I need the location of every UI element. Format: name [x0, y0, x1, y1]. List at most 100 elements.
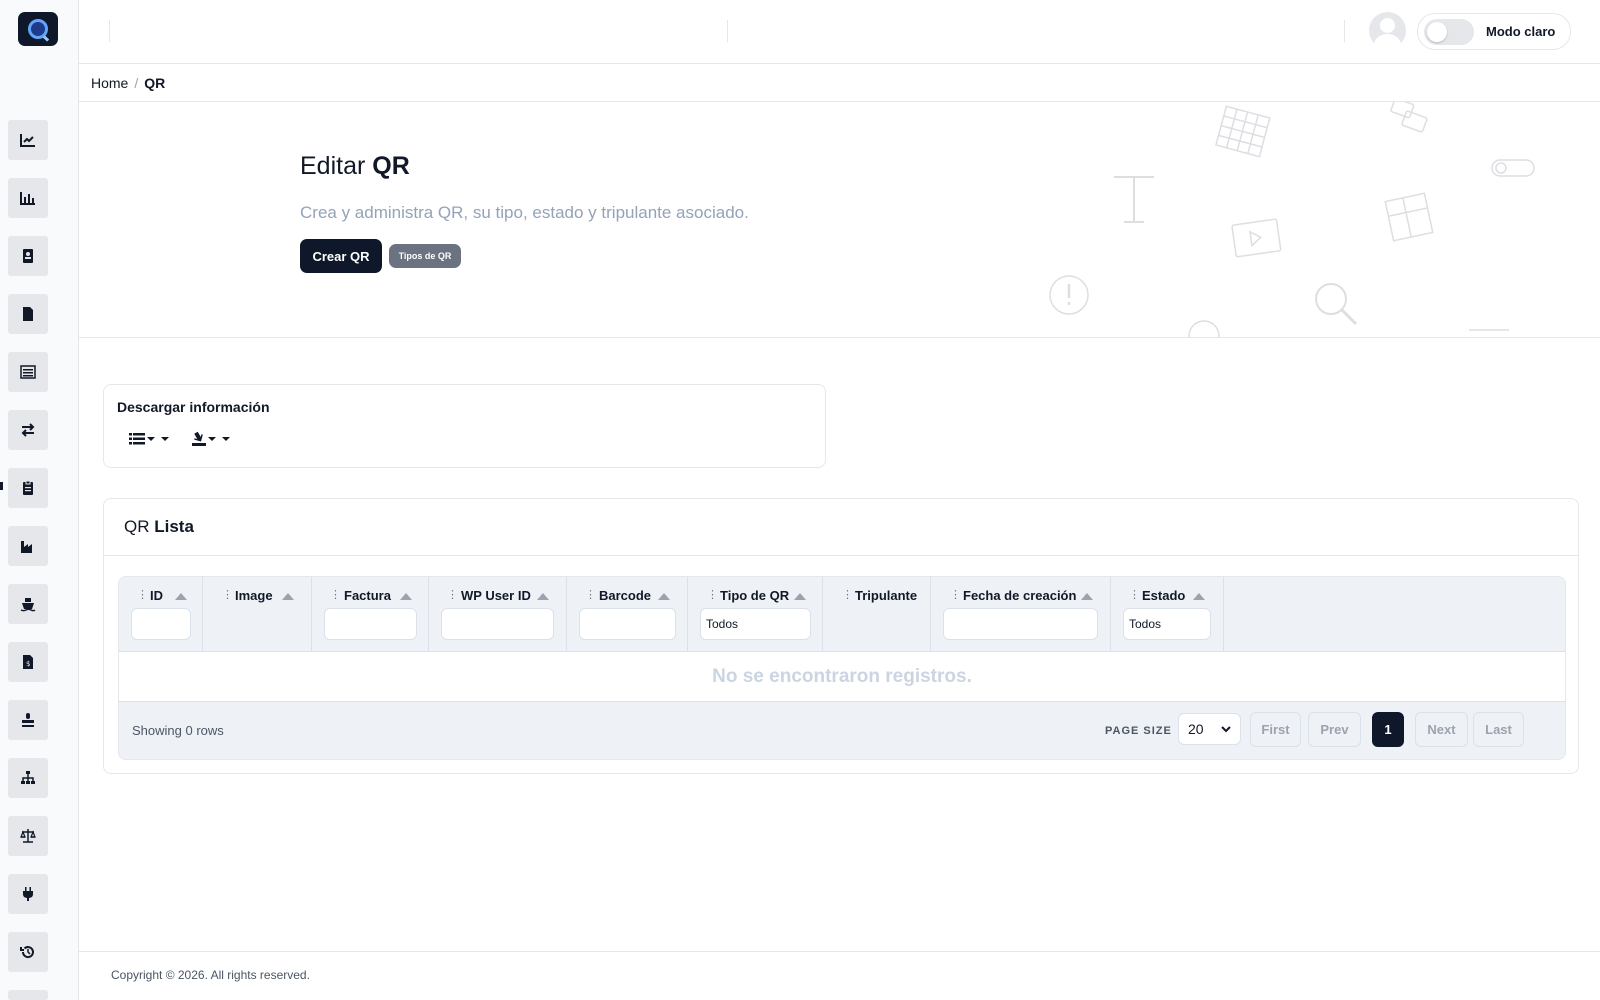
- grid-header: ⋮ ID ⋮ Image ⋮ Factura ⋮ WP User ID ⋮ Ba…: [119, 577, 1565, 651]
- toggle-doodle-icon: [1491, 159, 1535, 177]
- chevron-down-icon: [1221, 726, 1231, 733]
- filter-id-input[interactable]: [131, 608, 191, 640]
- sidebar-edge-marker: [0, 482, 3, 490]
- sidebar: $: [0, 0, 79, 1000]
- sidebar-item-legal[interactable]: [8, 816, 48, 856]
- column-header-label[interactable]: WP User ID: [461, 588, 531, 603]
- column-header-label[interactable]: ID: [150, 588, 163, 603]
- filter-barcode-input[interactable]: [579, 608, 676, 640]
- page-size-select[interactable]: 20: [1178, 713, 1241, 745]
- columns-dropdown-button[interactable]: [129, 428, 169, 450]
- sidebar-item-list[interactable]: [8, 352, 48, 392]
- column-drag-handle-icon[interactable]: ⋮: [842, 588, 853, 601]
- column-drag-handle-icon[interactable]: ⋮: [222, 588, 233, 601]
- transfer-arrows-icon: [21, 423, 35, 437]
- filter-wp-user-id-input[interactable]: [441, 608, 554, 640]
- sidebar-item-transfers[interactable]: [8, 410, 48, 450]
- sidebar-item-invoice[interactable]: $: [8, 642, 48, 682]
- qr-types-button[interactable]: Tipos de QR: [389, 244, 461, 268]
- column-header-label[interactable]: Tipo de QR: [720, 588, 789, 603]
- filter-fecha-input[interactable]: [943, 608, 1098, 640]
- download-card: Descargar información: [103, 384, 826, 468]
- filter-tipo-de-qr-select[interactable]: Todos: [700, 608, 811, 640]
- footer-copyright: Copyright © 2026. All rights reserved.: [111, 968, 310, 982]
- caret-down-icon: [147, 437, 155, 441]
- create-qr-button[interactable]: Crear QR: [300, 239, 382, 273]
- sidebar-item-stamp[interactable]: [8, 700, 48, 740]
- caret-down-icon: [161, 437, 169, 441]
- column-image: ⋮ Image: [203, 577, 312, 651]
- avatar-body-icon: [1374, 34, 1401, 49]
- layout-doodle-icon: [1384, 192, 1434, 242]
- column-header-label[interactable]: Factura: [344, 588, 391, 603]
- ship-icon: [20, 598, 36, 612]
- sort-ascending-icon[interactable]: [1193, 593, 1205, 600]
- sort-ascending-icon[interactable]: [658, 593, 670, 600]
- breadcrumb-current: QR: [144, 75, 166, 91]
- sort-ascending-icon[interactable]: [175, 593, 187, 600]
- grid-footer: Showing 0 rows PAGE SIZE 20 First Prev 1…: [119, 702, 1565, 759]
- sidebar-item-ship[interactable]: [8, 584, 48, 624]
- sort-ascending-icon[interactable]: [282, 593, 294, 600]
- sidebar-item-bar-chart[interactable]: [8, 178, 48, 218]
- page-size-label: PAGE SIZE: [1105, 725, 1172, 737]
- list-icon: [129, 433, 145, 445]
- sidebar-item-documents[interactable]: [8, 294, 48, 334]
- theme-mode-toggle[interactable]: Modo claro: [1417, 13, 1571, 50]
- row-count-text: Showing 0 rows: [132, 723, 224, 738]
- sort-ascending-icon[interactable]: [794, 593, 806, 600]
- svg-text:$: $: [26, 660, 30, 668]
- qr-list-title-prefix: QR: [124, 517, 150, 536]
- pagination-next-button[interactable]: Next: [1415, 712, 1468, 747]
- stamp-icon: [22, 713, 34, 727]
- sidebar-item-contacts[interactable]: [8, 236, 48, 276]
- sort-ascending-icon[interactable]: [537, 593, 549, 600]
- alert-doodle-icon: [1049, 275, 1089, 315]
- column-header-label[interactable]: Fecha de creación: [963, 588, 1076, 603]
- filter-estado-select[interactable]: Todos: [1123, 608, 1211, 640]
- column-drag-handle-icon[interactable]: ⋮: [950, 588, 961, 601]
- sidebar-item-integrations[interactable]: [8, 874, 48, 914]
- export-dropdown-button[interactable]: [192, 428, 230, 450]
- sort-ascending-icon[interactable]: [400, 593, 412, 600]
- sort-ascending-icon[interactable]: [1081, 593, 1093, 600]
- column-drag-handle-icon[interactable]: ⋮: [1129, 588, 1140, 601]
- column-drag-handle-icon[interactable]: ⋮: [137, 588, 148, 601]
- page-title: Editar QR: [300, 152, 410, 181]
- sidebar-item-industry[interactable]: [8, 526, 48, 566]
- sidebar-item-organization[interactable]: [8, 758, 48, 798]
- qr-list-divider: [104, 555, 1578, 556]
- toggle-switch[interactable]: [1424, 18, 1474, 45]
- pagination-prev-button[interactable]: Prev: [1308, 712, 1361, 747]
- line-chart-icon: [20, 134, 35, 147]
- sidebar-item-history[interactable]: [8, 932, 48, 972]
- doc-doodle-icon: [1469, 329, 1509, 331]
- column-header-label[interactable]: Estado: [1142, 588, 1185, 603]
- column-drag-handle-icon[interactable]: ⋮: [330, 588, 341, 601]
- filter-factura-input[interactable]: [324, 608, 417, 640]
- breadcrumb-home[interactable]: Home: [91, 75, 128, 91]
- column-drag-handle-icon[interactable]: ⋮: [707, 588, 718, 601]
- column-header-label[interactable]: Tripulante: [855, 588, 917, 603]
- pagination-first-button[interactable]: First: [1250, 712, 1301, 747]
- column-header-label[interactable]: Barcode: [599, 588, 651, 603]
- invoice-dollar-icon: $: [23, 655, 33, 669]
- sidebar-item-line-chart[interactable]: [8, 120, 48, 160]
- column-drag-handle-icon[interactable]: ⋮: [585, 588, 596, 601]
- video-doodle-icon: [1231, 218, 1282, 258]
- column-header-label[interactable]: Image: [235, 588, 273, 603]
- history-icon: [20, 946, 34, 959]
- sidebar-item-clipboard[interactable]: [8, 468, 48, 508]
- column-drag-handle-icon[interactable]: ⋮: [447, 588, 458, 601]
- app-logo[interactable]: [18, 12, 58, 46]
- scale-icon: [20, 829, 36, 843]
- chat-doodle-icon: [1390, 102, 1428, 133]
- pagination-last-button[interactable]: Last: [1473, 712, 1524, 747]
- pagination-page-1[interactable]: 1: [1372, 712, 1404, 747]
- topbar-divider: [109, 20, 110, 42]
- sidebar-item-partial[interactable]: [8, 990, 48, 1000]
- caret-down-icon: [208, 437, 216, 441]
- mode-label: Modo claro: [1486, 24, 1556, 39]
- avatar-head-icon: [1380, 18, 1395, 33]
- user-avatar[interactable]: [1369, 12, 1406, 49]
